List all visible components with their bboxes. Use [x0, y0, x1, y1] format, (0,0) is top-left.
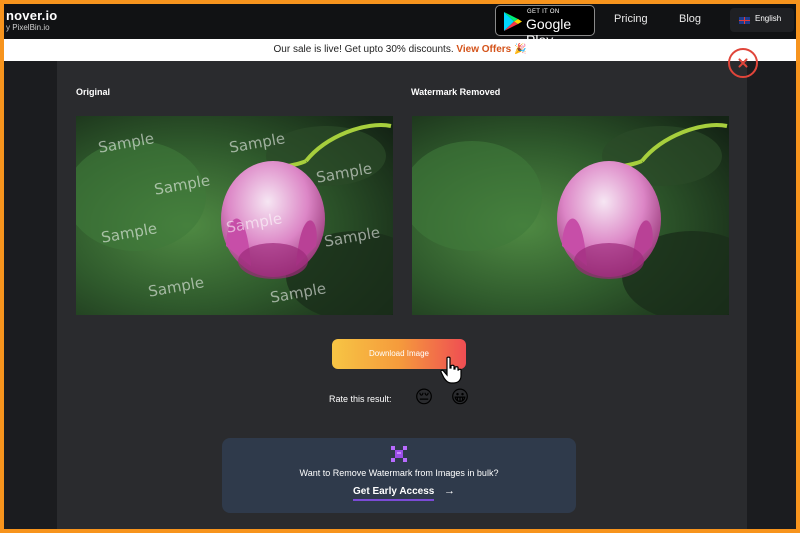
happy-face-icon[interactable]: 😀 [449, 386, 471, 408]
google-play-small-text: GET IT ON [527, 9, 560, 15]
original-image: Sample Sample Sample Sample Sample Sampl… [76, 116, 393, 315]
bulk-description: Want to Remove Watermark from Images in … [299, 468, 499, 478]
arrow-right-icon: → [444, 485, 455, 497]
google-play-button[interactable]: GET IT ON Google Play [495, 5, 595, 48]
language-selector[interactable]: English [730, 8, 794, 32]
sad-face-icon[interactable]: 😔 [413, 386, 435, 408]
uk-flag-icon [739, 17, 750, 24]
hand-pointer-icon [440, 356, 462, 384]
party-icon: 🎉 [514, 44, 527, 55]
sale-text: Our sale is live! Get upto 30% discounts… [273, 44, 454, 55]
rate-label: Rate this result: [329, 394, 392, 404]
nav-blog-link[interactable]: Blog [679, 13, 701, 25]
logo-subtitle: y PixelBin.io [6, 23, 50, 32]
close-icon[interactable] [728, 48, 758, 78]
watermark-removed-title: Watermark Removed [411, 87, 501, 97]
watermark-removed-image [412, 116, 729, 315]
top-nav: nover.io y PixelBin.io GET IT ON Google … [4, 4, 796, 48]
nav-pricing-link[interactable]: Pricing [614, 13, 648, 25]
language-label: English [755, 14, 782, 23]
logo[interactable]: nover.io [6, 8, 57, 23]
bulk-access-card: Want to Remove Watermark from Images in … [222, 438, 576, 513]
sale-banner: Our sale is live! Get upto 30% discounts… [4, 39, 796, 61]
google-play-icon [504, 12, 522, 31]
view-offers-link[interactable]: View Offers [456, 44, 511, 55]
get-early-access-link[interactable]: Get Early Access [353, 486, 435, 501]
original-title: Original [76, 87, 111, 97]
pixelbin-logo-icon [391, 446, 407, 462]
